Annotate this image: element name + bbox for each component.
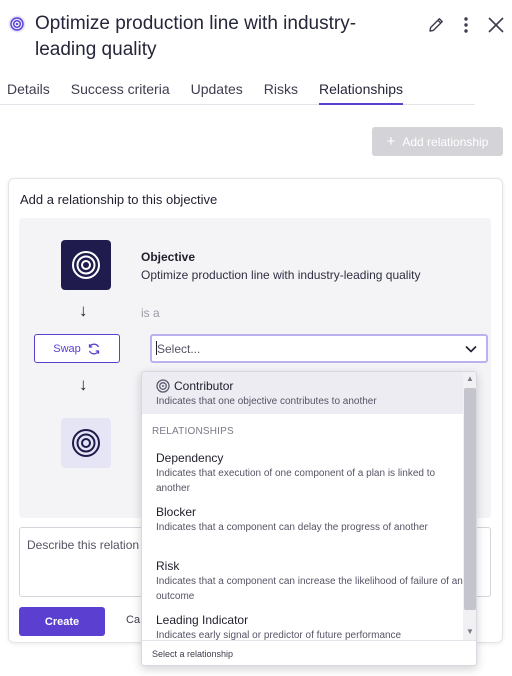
header-actions (426, 15, 506, 35)
option-name: Dependency (156, 451, 224, 465)
option-description: Indicates early signal or predictor of f… (156, 630, 402, 640)
tab-success-criteria[interactable]: Success criteria (71, 78, 170, 104)
chevron-down-icon (464, 342, 478, 361)
dropdown-footer-text: Select a relationship (152, 649, 234, 659)
scroll-down-icon[interactable]: ▼ (465, 627, 475, 636)
select-placeholder: Select... (155, 341, 201, 356)
is-a-label: is a (141, 306, 160, 320)
objective-icon (8, 15, 26, 33)
scrollbar-thumb[interactable] (464, 388, 476, 610)
option-description: Indicates that a component can increase … (156, 576, 463, 602)
tab-updates[interactable]: Updates (191, 78, 243, 104)
cancel-button[interactable]: Ca (126, 614, 140, 626)
tab-details[interactable]: Details (7, 78, 50, 104)
option-description: Indicates that a component can delay the… (156, 522, 428, 533)
option-description: Indicates that one objective contributes… (156, 396, 377, 407)
dropdown-footer: Select a relationship (142, 640, 476, 665)
option-risk[interactable]: Risk Indicates that a component can incr… (142, 559, 463, 604)
relationship-type-select[interactable]: Select... (150, 334, 488, 363)
option-contributor[interactable]: Contributor Indicates that one objective… (142, 372, 463, 414)
tab-bar: Details Success criteria Updates Risks R… (0, 78, 475, 105)
page-title: Optimize production line with industry-l… (35, 13, 357, 60)
source-type-label: Objective (141, 250, 196, 264)
arrow-down-icon: ↓ (79, 301, 88, 320)
source-name: Optimize production line with industry-l… (141, 268, 421, 282)
option-blocker[interactable]: Blocker Indicates that a component can d… (142, 505, 463, 535)
plus-icon: + (386, 133, 396, 150)
contributor-icon (156, 379, 170, 393)
section-header: RELATIONSHIPS (152, 426, 234, 437)
swap-button[interactable]: Swap (34, 334, 120, 363)
option-description: Indicates that execution of one componen… (156, 468, 436, 494)
description-placeholder: Describe this relation (27, 538, 140, 552)
source-objective-tile (61, 240, 111, 290)
close-icon[interactable] (486, 15, 506, 35)
create-button[interactable]: Create (19, 607, 105, 636)
relationship-options-list: Contributor Indicates that one objective… (142, 372, 463, 640)
arrow-down-icon: ↓ (79, 375, 88, 394)
option-leading-indicator[interactable]: Leading Indicator Indicates early signal… (142, 613, 463, 640)
option-name: Leading Indicator (156, 613, 249, 627)
swap-icon (88, 343, 99, 354)
option-name: Risk (156, 559, 180, 573)
swap-label: Swap (53, 342, 81, 355)
target-icon (72, 429, 100, 457)
relationship-dropdown: Contributor Indicates that one objective… (141, 371, 477, 666)
tab-relationships[interactable]: Relationships (319, 78, 404, 105)
more-icon[interactable] (456, 15, 476, 35)
option-name: Blocker (156, 505, 197, 519)
panel-title: Add a relationship to this objective (20, 192, 218, 207)
add-relationship-label: Add relationship (402, 134, 489, 149)
target-objective-tile (61, 418, 111, 468)
option-dependency[interactable]: Dependency Indicates that execution of o… (142, 451, 463, 496)
tab-risks[interactable]: Risks (264, 78, 298, 104)
edit-icon[interactable] (426, 15, 446, 35)
scroll-up-icon[interactable]: ▲ (465, 374, 475, 383)
option-name: Contributor (174, 379, 234, 393)
target-icon (72, 251, 100, 279)
add-relationship-button[interactable]: + Add relationship (372, 127, 503, 156)
